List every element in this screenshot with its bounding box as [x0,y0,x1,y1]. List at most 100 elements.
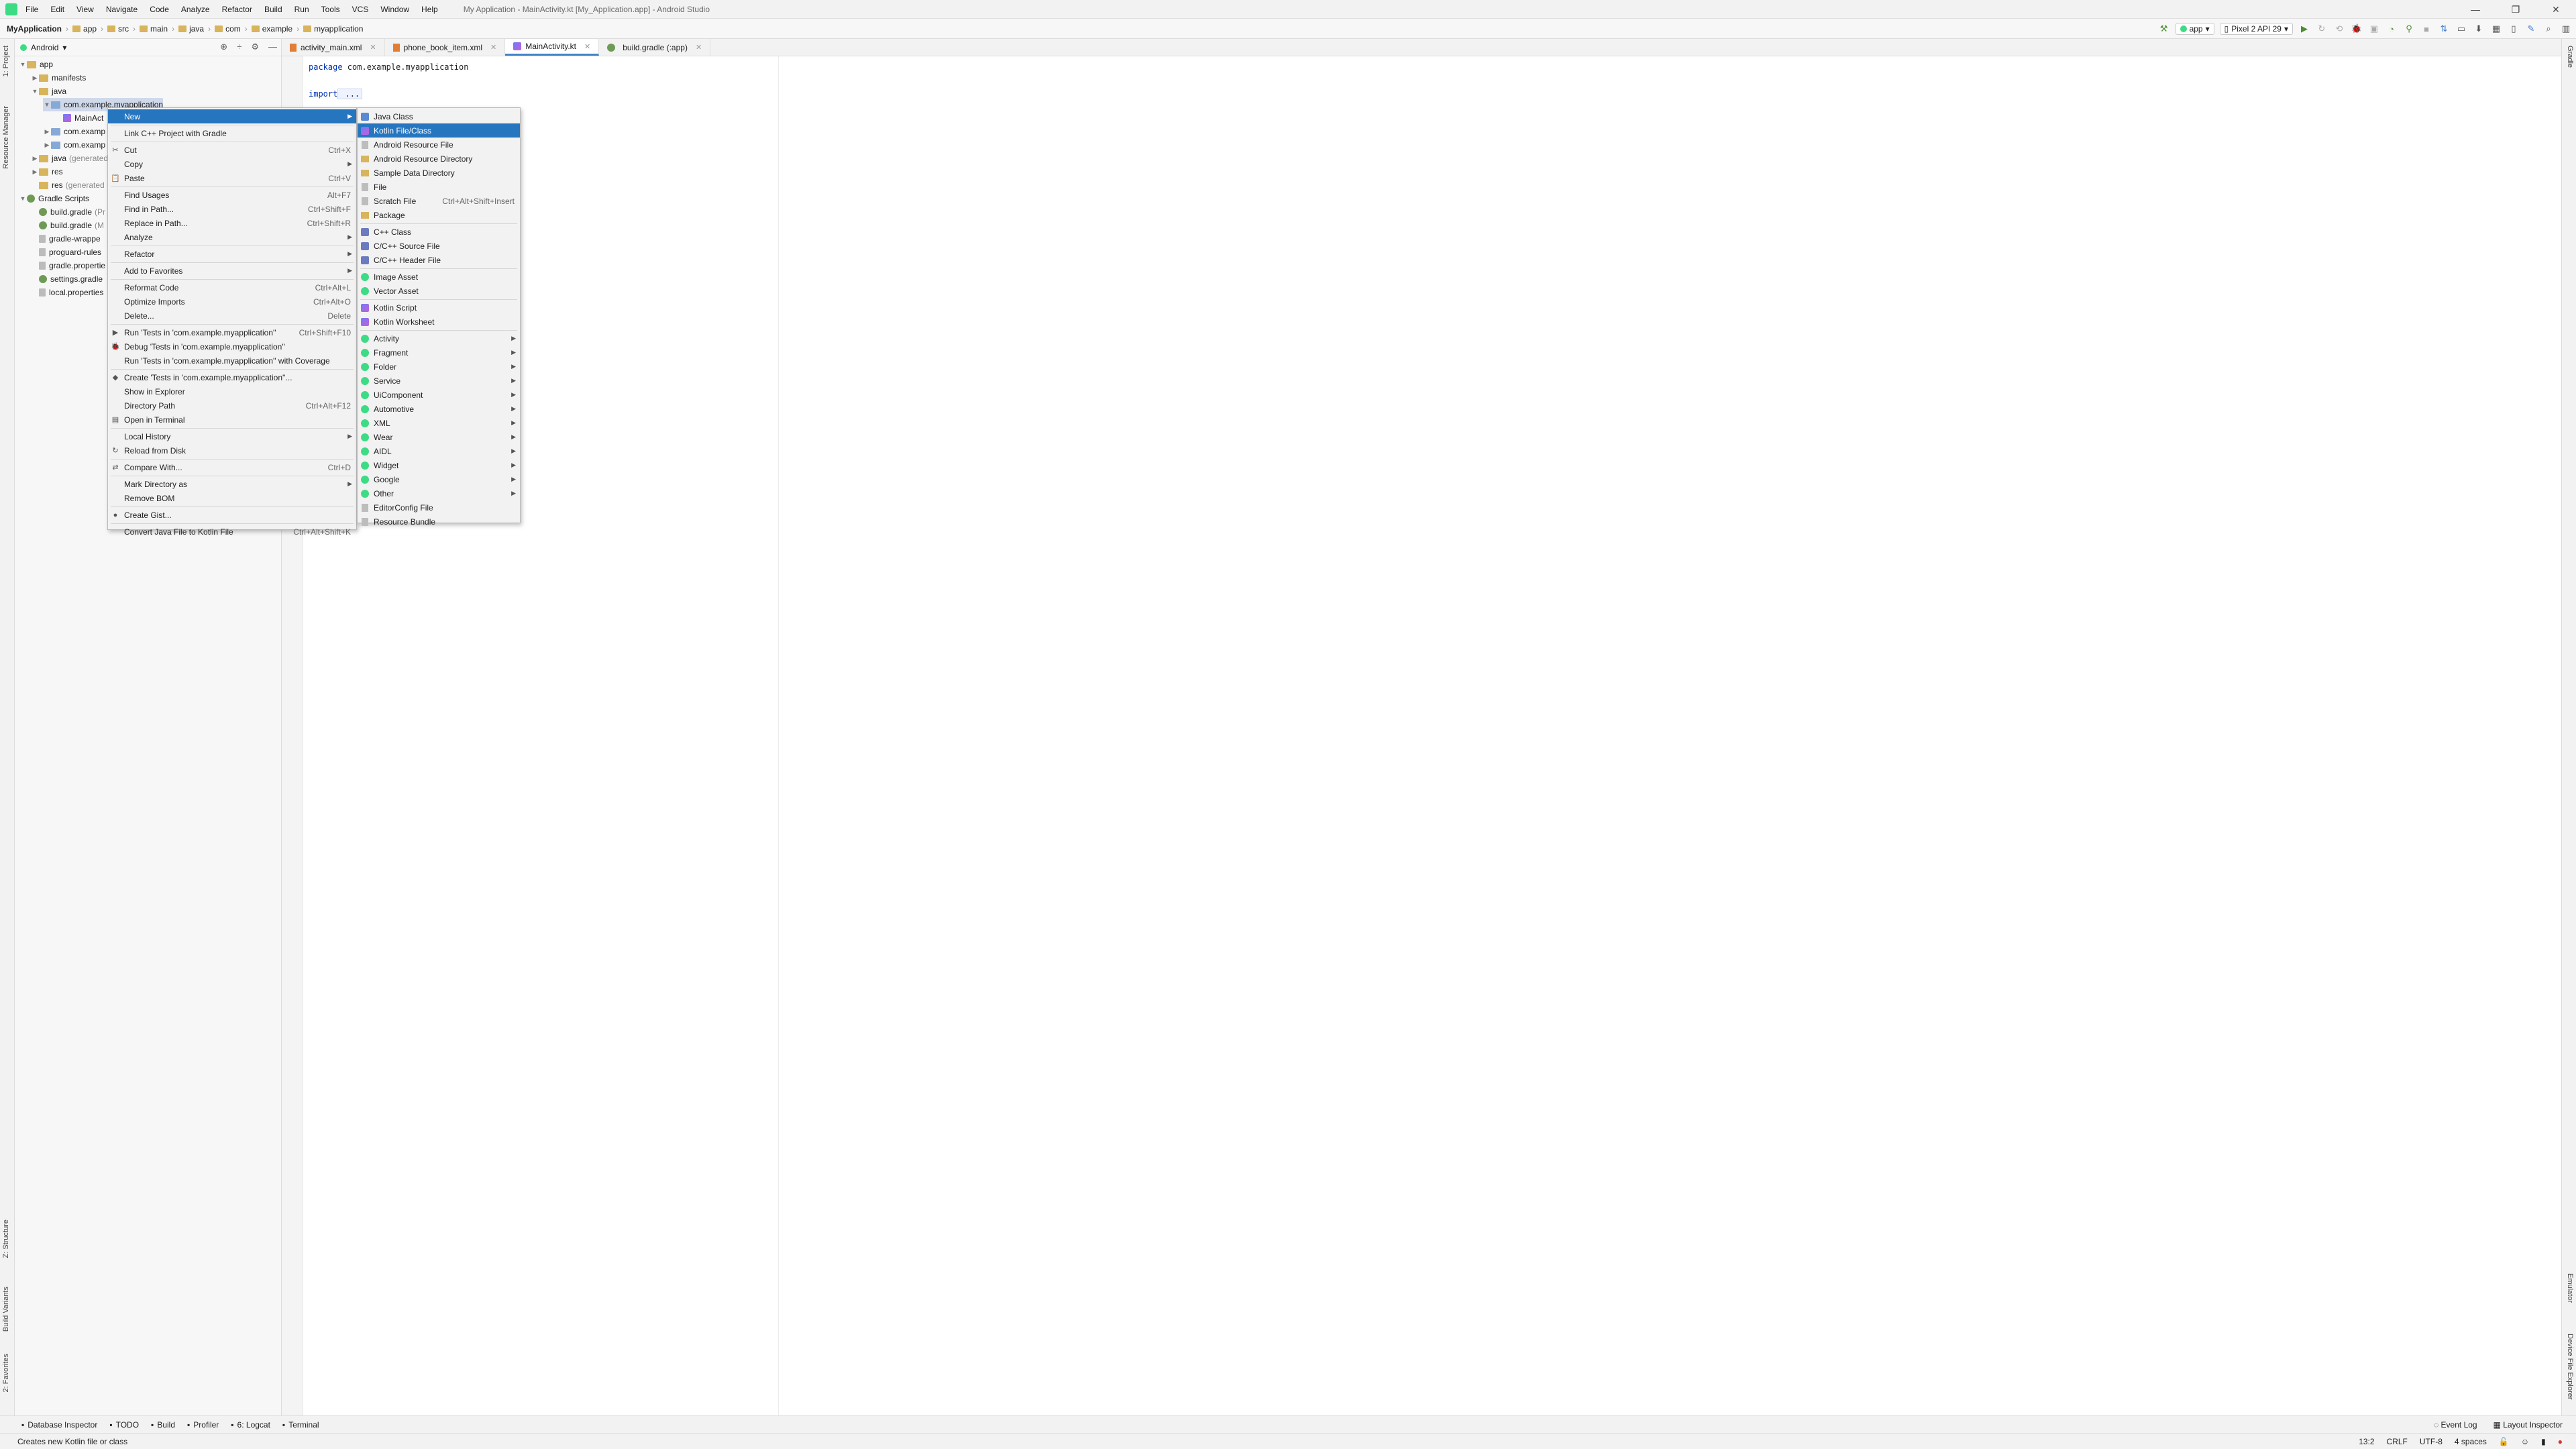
error-icon[interactable]: ● [2558,1437,2563,1446]
project-tool-tab[interactable]: 1: Project [2,46,10,76]
tree-node[interactable]: build.gradle (M [31,219,104,232]
tool-windows-icon[interactable]: ▥ [2560,23,2572,35]
breadcrumb-item[interactable]: src [107,24,129,34]
menu-item[interactable]: Automotive ▶ [358,402,520,416]
menu-item[interactable]: Replace in Path... Ctrl+Shift+R [108,216,356,230]
menu-item[interactable]: ◆ Create 'Tests in 'com.example.myapplica… [108,370,356,384]
menu-item[interactable]: Find Usages Alt+F7 [108,188,356,202]
expanded-arrow-icon[interactable]: ▼ [19,58,27,71]
gear-icon[interactable]: ⚙ [251,42,259,52]
locate-icon[interactable]: ⊕ [220,42,227,52]
menu-window[interactable]: Window [380,5,409,14]
close-tab-icon[interactable]: ✕ [490,43,496,52]
hide-icon[interactable]: — [268,42,277,52]
menu-item[interactable]: Find in Path... Ctrl+Shift+F [108,202,356,216]
search-icon[interactable]: ⌕ [2542,23,2555,35]
bottom-tool-tab[interactable]: ▪ 6: Logcat [231,1420,270,1430]
tree-node[interactable]: ▶ com.examp [43,138,106,152]
menu-item[interactable]: Directory Path Ctrl+Alt+F12 [108,398,356,413]
build-variants-tab[interactable]: Build Variants [2,1287,10,1332]
menu-tools[interactable]: Tools [321,5,340,14]
tree-node[interactable]: ▼ java [31,85,66,98]
tree-node[interactable]: ▼ app [19,58,54,71]
menu-file[interactable]: File [25,5,38,14]
tree-node[interactable]: MainAct [55,111,103,125]
menu-item[interactable]: Analyze ▶ [108,230,356,244]
menu-item[interactable]: Kotlin Worksheet [358,315,520,329]
tree-node[interactable]: ▼ Gradle Scripts [19,192,90,205]
menu-edit[interactable]: Edit [50,5,64,14]
layout-inspector-icon[interactable]: ▦ [2490,23,2502,35]
menu-item[interactable]: Refactor ▶ [108,247,356,261]
menu-item[interactable]: Vector Asset [358,284,520,298]
menu-item[interactable]: Fragment ▶ [358,345,520,360]
collapse-all-icon[interactable]: ÷ [237,42,241,52]
tree-node[interactable]: local.properties [31,286,103,299]
menu-item[interactable]: ✂ Cut Ctrl+X [108,143,356,157]
layout-inspector-tab[interactable]: ▦ Layout Inspector [2493,1420,2563,1430]
menu-refactor[interactable]: Refactor [222,5,252,14]
breadcrumb-item[interactable]: com [215,24,241,34]
hammer-icon[interactable]: ⚒ [2158,23,2170,35]
menu-item[interactable]: Scratch File Ctrl+Alt+Shift+Insert [358,194,520,208]
tree-node[interactable]: gradle.propertie [31,259,105,272]
tree-node[interactable]: build.gradle (Pr [31,205,105,219]
menu-item[interactable]: ↻ Reload from Disk [108,443,356,458]
menu-item[interactable]: Java Class [358,109,520,123]
favorites-tab[interactable]: 2: Favorites [2,1354,10,1392]
bottom-tool-tab[interactable]: ▪ Profiler [187,1420,219,1430]
menu-item[interactable]: AIDL ▶ [358,444,520,458]
bottom-tool-tab[interactable]: ▪ Database Inspector [21,1420,97,1430]
menu-item[interactable]: Sample Data Directory [358,166,520,180]
assistant-icon[interactable]: ✎ [2525,23,2537,35]
bottom-tool-tab[interactable]: ▪ TODO [109,1420,139,1430]
indent-setting[interactable]: 4 spaces [2455,1437,2487,1446]
menu-view[interactable]: View [76,5,94,14]
collapsed-arrow-icon[interactable]: ▶ [31,71,39,85]
breadcrumb-item[interactable]: example [251,24,292,34]
menu-item[interactable]: Delete... Delete [108,309,356,323]
menu-item[interactable]: Resource Bundle [358,515,520,529]
run-icon[interactable]: ▶ [2298,23,2310,35]
profile-icon[interactable]: ◔ [2385,23,2398,35]
menu-vcs[interactable]: VCS [352,5,369,14]
code-editor[interactable]: package com.example.myapplication import … [303,56,2561,1415]
menu-item[interactable]: Local History ▶ [108,429,356,443]
menu-item[interactable]: Link C++ Project with Gradle [108,126,356,140]
breadcrumb-item[interactable]: main [140,24,168,34]
maximize-button[interactable]: ❐ [2496,0,2536,19]
avd-manager-icon[interactable]: ▭ [2455,23,2467,35]
rerun-icon[interactable]: ↻ [2316,23,2328,35]
coverage-icon[interactable]: ▣ [2368,23,2380,35]
resource-manager-tab[interactable]: Resource Manager [2,106,10,169]
menu-item[interactable]: New ▶ [108,109,356,123]
stop-icon[interactable]: ■ [2420,23,2432,35]
menu-item[interactable]: Kotlin Script [358,301,520,315]
menu-code[interactable]: Code [150,5,169,14]
tree-node[interactable]: ▶ java (generated [31,152,109,165]
bottom-tool-tab[interactable]: ▪ Terminal [282,1420,319,1430]
debug-icon[interactable]: 🐞 [2351,23,2363,35]
memory-icon[interactable]: ▮ [2541,1437,2546,1446]
menu-item[interactable]: ▤ Open in Terminal [108,413,356,427]
sync-gradle-icon[interactable]: ⇅ [2438,23,2450,35]
menu-item[interactable]: XML ▶ [358,416,520,430]
menu-item[interactable]: Copy ▶ [108,157,356,171]
project-view-select[interactable]: Android ▾ [20,43,66,52]
menu-item[interactable]: Show in Explorer [108,384,356,398]
file-encoding[interactable]: UTF-8 [2420,1437,2443,1446]
expanded-arrow-icon[interactable]: ▼ [43,98,51,111]
menu-item[interactable]: Add to Favorites ▶ [108,264,356,278]
menu-item[interactable]: Package [358,208,520,222]
menu-item[interactable]: Remove BOM [108,491,356,505]
collapsed-arrow-icon[interactable]: ▶ [31,165,39,178]
close-button[interactable]: ✕ [2536,0,2576,19]
tree-node[interactable]: ▶ res [31,165,63,178]
menu-item[interactable]: Reformat Code Ctrl+Alt+L [108,280,356,294]
menu-help[interactable]: Help [421,5,438,14]
tree-node[interactable]: ▶ com.examp [43,125,106,138]
menu-item[interactable]: Kotlin File/Class [358,123,520,138]
editor-tab[interactable]: phone_book_item.xml ✕ [385,39,506,56]
close-tab-icon[interactable]: ✕ [584,42,590,51]
menu-item[interactable]: C++ Class [358,225,520,239]
